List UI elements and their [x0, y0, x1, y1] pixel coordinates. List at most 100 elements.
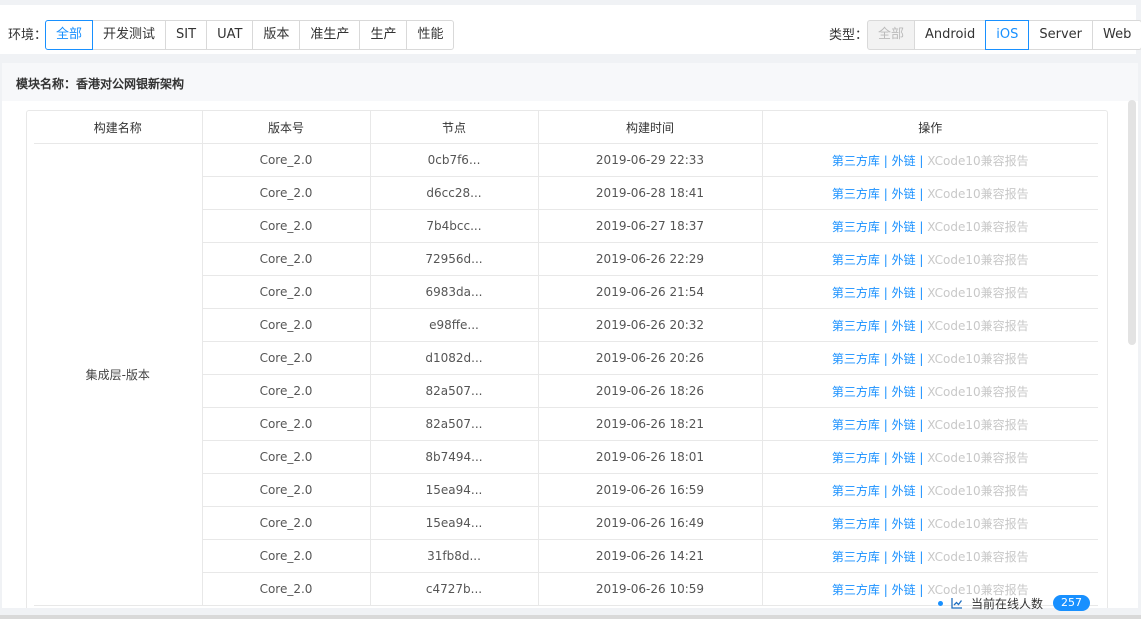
env-filter-option[interactable]: 性能 [406, 20, 455, 50]
type-filter-option[interactable]: Android [914, 20, 987, 50]
action-separator: | [915, 417, 928, 432]
env-filter-option[interactable]: UAT [206, 20, 254, 50]
action-separator: | [915, 153, 928, 168]
actions-cell: 第三方库 | 外链 | XCode10兼容报告 [762, 473, 1098, 507]
external-link[interactable]: 外链 [892, 187, 916, 201]
actions-cell: 第三方库 | 外链 | XCode10兼容报告 [762, 275, 1098, 309]
env-filter-option[interactable]: 开发测试 [92, 20, 167, 50]
env-filter-option[interactable]: 生产 [359, 20, 408, 50]
module-panel: 模块名称：香港对公网银新架构 构建名称 版本号 节点 构建时间 操作 集成层-版… [2, 63, 1138, 608]
env-filter-group: 全部 开发测试 SIT UAT 版本 准生产 生产 性能 [45, 20, 455, 50]
action-separator: | [879, 318, 892, 333]
env-filter-option[interactable]: 版本 [252, 20, 301, 50]
action-separator: | [915, 186, 928, 201]
module-header: 模块名称：香港对公网银新架构 [2, 63, 1138, 101]
node-cell: 7b4bcc... [370, 209, 539, 243]
version-cell: Core_2.0 [202, 176, 371, 210]
action-separator: | [879, 285, 892, 300]
external-link[interactable]: 外链 [892, 154, 916, 168]
col-header-actions: 操作 [762, 111, 1098, 144]
third-party-lib-link[interactable]: 第三方库 [832, 418, 880, 432]
third-party-lib-link[interactable]: 第三方库 [832, 550, 880, 564]
external-link[interactable]: 外链 [892, 484, 916, 498]
xcode10-report-link: XCode10兼容报告 [927, 153, 1029, 168]
external-link[interactable]: 外链 [892, 550, 916, 564]
online-users-count-badge: 257 [1053, 595, 1091, 611]
third-party-lib-link[interactable]: 第三方库 [832, 187, 880, 201]
module-title: 模块名称：香港对公网银新架构 [16, 77, 185, 91]
version-cell: Core_2.0 [202, 539, 371, 573]
node-cell: c4727b... [370, 572, 539, 606]
env-filter-option[interactable]: SIT [165, 20, 208, 50]
third-party-lib-link[interactable]: 第三方库 [832, 517, 880, 531]
external-link[interactable]: 外链 [892, 583, 916, 597]
version-cell: Core_2.0 [202, 440, 371, 474]
action-separator: | [915, 549, 928, 564]
type-filter-option[interactable]: Web [1092, 20, 1141, 50]
third-party-lib-link[interactable]: 第三方库 [832, 484, 880, 498]
external-link[interactable]: 外链 [892, 517, 916, 531]
actions-cell: 第三方库 | 外链 | XCode10兼容报告 [762, 407, 1098, 441]
actions-cell: 第三方库 | 外链 | XCode10兼容报告 [762, 440, 1098, 474]
action-separator: | [915, 318, 928, 333]
third-party-lib-link[interactable]: 第三方库 [832, 286, 880, 300]
third-party-lib-link[interactable]: 第三方库 [832, 154, 880, 168]
actions-cell: 第三方库 | 外链 | XCode10兼容报告 [762, 242, 1098, 276]
xcode10-report-link: XCode10兼容报告 [927, 318, 1029, 333]
third-party-lib-link[interactable]: 第三方库 [832, 385, 880, 399]
action-separator: | [879, 549, 892, 564]
version-cell: Core_2.0 [202, 407, 371, 441]
line-chart-icon [951, 597, 963, 609]
type-filter-option[interactable]: iOS [985, 20, 1030, 50]
build-table-frame: 构建名称 版本号 节点 构建时间 操作 集成层-版本 Core_2.0 0cb7f6… [26, 110, 1108, 608]
actions-cell: 第三方库 | 外链 | XCode10兼容报告 [762, 209, 1098, 243]
external-link[interactable]: 外链 [892, 253, 916, 267]
external-link[interactable]: 外链 [892, 319, 916, 333]
build-time-cell: 2019-06-26 14:21 [538, 539, 763, 573]
external-link[interactable]: 外链 [892, 451, 916, 465]
env-filter-option[interactable]: 准生产 [299, 20, 361, 50]
xcode10-report-link: XCode10兼容报告 [927, 285, 1029, 300]
actions-cell: 第三方库 | 外链 | XCode10兼容报告 [762, 506, 1098, 540]
action-separator: | [879, 351, 892, 366]
version-cell: Core_2.0 [202, 572, 371, 606]
build-time-cell: 2019-06-26 20:26 [538, 341, 763, 375]
node-cell: 15ea94... [370, 506, 539, 540]
third-party-lib-link[interactable]: 第三方库 [832, 583, 880, 597]
third-party-lib-link[interactable]: 第三方库 [832, 319, 880, 333]
xcode10-report-link: XCode10兼容报告 [927, 450, 1029, 465]
external-link[interactable]: 外链 [892, 286, 916, 300]
action-separator: | [879, 186, 892, 201]
vertical-scrollbar[interactable] [1128, 100, 1136, 345]
third-party-lib-link[interactable]: 第三方库 [832, 352, 880, 366]
action-separator: | [915, 384, 928, 399]
version-cell: Core_2.0 [202, 209, 371, 243]
external-link[interactable]: 外链 [892, 418, 916, 432]
third-party-lib-link[interactable]: 第三方库 [832, 220, 880, 234]
third-party-lib-link[interactable]: 第三方库 [832, 451, 880, 465]
action-separator: | [879, 483, 892, 498]
type-filter-option[interactable]: Server [1028, 20, 1094, 50]
build-time-cell: 2019-06-28 18:41 [538, 176, 763, 210]
actions-cell: 第三方库 | 外链 | XCode10兼容报告 [762, 176, 1098, 210]
build-time-cell: 2019-06-26 21:54 [538, 275, 763, 309]
table-row: 集成层-版本 Core_2.0 0cb7f6... 2019-06-29 22:33 第… [34, 143, 1098, 606]
node-cell: d6cc28... [370, 176, 539, 210]
xcode10-report-link: XCode10兼容报告 [927, 186, 1029, 201]
node-cell: d1082d... [370, 341, 539, 375]
actions-cell: 第三方库 | 外链 | XCode10兼容报告 [762, 308, 1098, 342]
node-cell: 72956d... [370, 242, 539, 276]
type-filter-label: 类型： [829, 28, 869, 43]
action-separator: | [879, 582, 892, 597]
external-link[interactable]: 外链 [892, 220, 916, 234]
actions-cell: 第三方库 | 外链 | XCode10兼容报告 [762, 341, 1098, 375]
external-link[interactable]: 外链 [892, 385, 916, 399]
build-time-cell: 2019-06-26 16:59 [538, 473, 763, 507]
type-filter-option[interactable]: 全部 [867, 20, 916, 50]
external-link[interactable]: 外链 [892, 352, 916, 366]
online-users-label: 当前在线人数 [971, 596, 1044, 611]
node-cell: 15ea94... [370, 473, 539, 507]
env-filter-option[interactable]: 全部 [45, 20, 94, 50]
third-party-lib-link[interactable]: 第三方库 [832, 253, 880, 267]
action-separator: | [915, 219, 928, 234]
